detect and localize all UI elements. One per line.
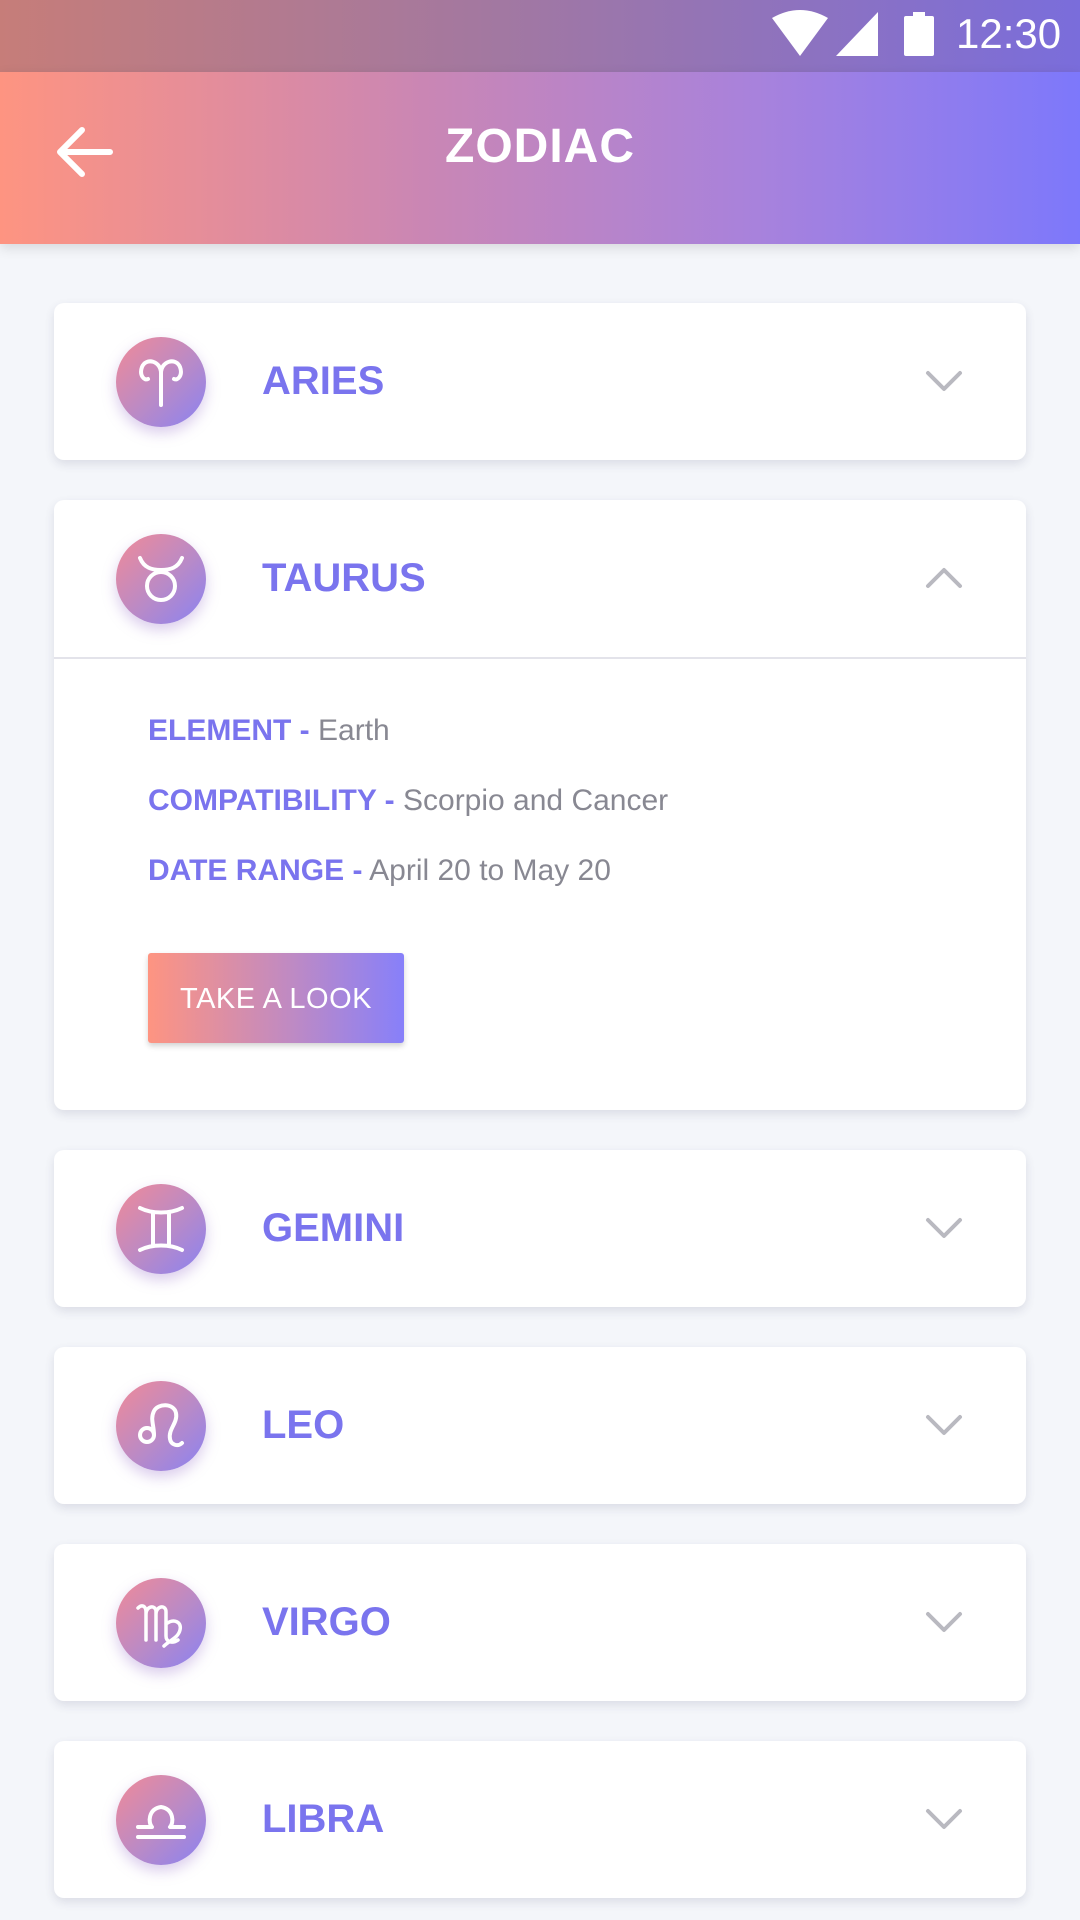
detail-label: ELEMENT -	[148, 714, 310, 747]
zodiac-card-aries: ARIES	[54, 303, 1026, 460]
zodiac-card-taurus: TAURUS ELEMENT - Earth COMPATIBILITY - S…	[54, 500, 1026, 1110]
zodiac-avatar	[116, 1775, 206, 1865]
libra-icon	[136, 1805, 186, 1839]
zodiac-avatar	[116, 337, 206, 427]
battery-icon	[904, 12, 934, 56]
card-header-virgo[interactable]: VIRGO	[54, 1544, 1026, 1701]
detail-label: DATE RANGE -	[148, 854, 363, 887]
chevron-down-icon[interactable]	[924, 1405, 964, 1445]
status-time: 12:30	[956, 10, 1062, 57]
virgo-icon	[136, 1604, 183, 1648]
detail-date-range: DATE RANGE - April 20 to May 20	[148, 851, 611, 891]
sign-name: VIRGO	[262, 1600, 391, 1644]
chevron-up-icon[interactable]	[924, 558, 964, 598]
detail-compatibility: COMPATIBILITY - Scorpio and Cancer	[148, 781, 668, 821]
chevron-down-icon[interactable]	[924, 1602, 964, 1642]
card-divider	[54, 657, 1026, 659]
aries-icon	[139, 359, 183, 407]
card-header-leo[interactable]: LEO	[54, 1347, 1026, 1504]
zodiac-card-leo: LEO	[54, 1347, 1026, 1504]
detail-element: ELEMENT - Earth	[148, 711, 390, 751]
sign-name: ARIES	[262, 359, 385, 403]
zodiac-avatar	[116, 1184, 206, 1274]
app-bar: ZODIAC	[0, 72, 1080, 244]
signal-icon	[836, 12, 878, 56]
page-title: ZODIAC	[445, 120, 635, 173]
card-header-taurus[interactable]: TAURUS	[54, 500, 1026, 657]
zodiac-avatar	[116, 1381, 206, 1471]
detail-label: COMPATIBILITY -	[148, 784, 395, 817]
zodiac-avatar	[116, 534, 206, 624]
zodiac-avatar	[116, 1578, 206, 1668]
zodiac-card-gemini: GEMINI	[54, 1150, 1026, 1307]
zodiac-card-virgo: VIRGO	[54, 1544, 1026, 1701]
gemini-icon	[138, 1206, 184, 1252]
take-a-look-button[interactable]: TAKE A LOOK	[148, 953, 404, 1043]
sign-name: LIBRA	[262, 1797, 385, 1841]
zodiac-card-libra: LIBRA	[54, 1741, 1026, 1898]
detail-value: April 20 to May 20	[369, 854, 611, 887]
card-header-libra[interactable]: LIBRA	[54, 1741, 1026, 1898]
taurus-icon	[138, 556, 184, 602]
sign-name: TAURUS	[262, 556, 426, 600]
sign-name: LEO	[262, 1403, 345, 1447]
leo-icon	[138, 1403, 184, 1448]
wifi-icon	[772, 10, 828, 56]
chevron-down-icon[interactable]	[924, 1208, 964, 1248]
detail-value: Earth	[318, 714, 390, 747]
chevron-down-icon[interactable]	[924, 361, 964, 401]
status-bar: 12:30	[0, 0, 1080, 72]
card-header-aries[interactable]: ARIES	[54, 303, 1026, 460]
sign-name: GEMINI	[262, 1206, 405, 1250]
chevron-down-icon[interactable]	[924, 1799, 964, 1839]
card-header-gemini[interactable]: GEMINI	[54, 1150, 1026, 1307]
back-arrow-icon[interactable]	[44, 112, 124, 192]
detail-value: Scorpio and Cancer	[403, 784, 669, 817]
